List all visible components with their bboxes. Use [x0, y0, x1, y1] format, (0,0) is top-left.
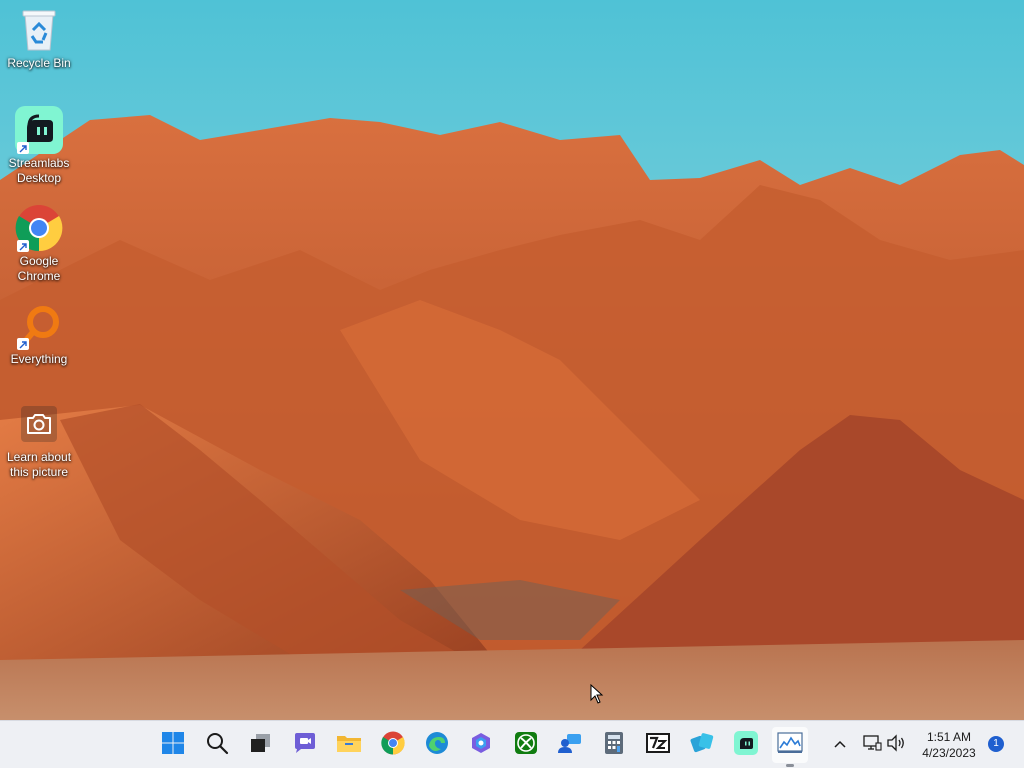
- 7zip-icon: [645, 731, 671, 760]
- shortcut-arrow-icon: [17, 338, 29, 350]
- desktop-icon-label: Learn about this picture: [6, 450, 72, 479]
- desktop-icon-label: Streamlabs Desktop: [8, 156, 70, 185]
- task-view-icon: [248, 731, 272, 760]
- clock-button[interactable]: 1:51 AM 4/23/2023: [916, 729, 982, 761]
- show-hidden-icons-button[interactable]: [830, 735, 850, 755]
- sync-app-button[interactable]: [684, 727, 720, 763]
- file-explorer-button[interactable]: [331, 727, 367, 763]
- desktop-icon-google-chrome[interactable]: Google Chrome: [4, 204, 74, 284]
- volume-button[interactable]: [886, 733, 906, 757]
- network-status-button[interactable]: [862, 734, 882, 757]
- settings-sync-icon: [690, 731, 714, 760]
- teams-chat-icon: [292, 731, 318, 760]
- shortcut-arrow-icon: [17, 240, 29, 252]
- start-button[interactable]: [155, 727, 191, 763]
- wallpaper-image: [0, 0, 1024, 720]
- recycle-bin-icon: [15, 6, 63, 54]
- desktop-icon-label: Google Chrome: [17, 254, 61, 283]
- clock-time: 1:51 AM: [926, 730, 972, 744]
- notification-badge[interactable]: 1: [988, 736, 1004, 752]
- desktop-icon-label: Everything: [10, 352, 68, 366]
- windows-start-icon: [161, 731, 185, 760]
- desktop-icon-label: Recycle Bin: [7, 56, 71, 70]
- file-explorer-icon: [336, 731, 362, 760]
- clock-date: 4/23/2023: [922, 746, 976, 760]
- edge-icon: [425, 731, 449, 760]
- desktop: Recycle Bin Streamlabs Desktop Google Ch…: [0, 0, 1024, 720]
- desktop-icon-everything[interactable]: Everything: [4, 302, 74, 367]
- resource-monitor-button[interactable]: [772, 727, 808, 763]
- copilot-button[interactable]: [463, 727, 499, 763]
- streamlabs-icon: [15, 106, 63, 154]
- task-view-button[interactable]: [242, 727, 278, 763]
- network-icon: [862, 734, 882, 757]
- search-button[interactable]: [199, 727, 235, 763]
- people-button[interactable]: [552, 727, 588, 763]
- edge-button[interactable]: [419, 727, 455, 763]
- mouse-cursor-icon: [590, 683, 604, 709]
- taskbar: 1:51 AM 4/23/2023: [0, 720, 1024, 768]
- xbox-button[interactable]: [508, 727, 544, 763]
- chrome-icon: [15, 204, 63, 252]
- copilot-icon: [469, 731, 493, 760]
- running-app-indicator: [786, 764, 794, 767]
- shortcut-arrow-icon: [17, 142, 29, 154]
- chat-button[interactable]: [287, 727, 323, 763]
- search-icon: [205, 731, 229, 760]
- speaker-icon: [886, 733, 906, 757]
- chrome-taskbar-button[interactable]: [375, 727, 411, 763]
- desktop-icon-recycle-bin[interactable]: Recycle Bin: [4, 6, 74, 71]
- 7zip-button[interactable]: [640, 727, 676, 763]
- chrome-icon: [381, 731, 405, 760]
- people-icon: [557, 731, 583, 760]
- camera-icon: [15, 400, 63, 448]
- streamlabs-icon: [734, 730, 758, 760]
- calculator-button[interactable]: [596, 727, 632, 763]
- everything-search-icon: [15, 302, 63, 350]
- desktop-icon-learn-about-picture[interactable]: Learn about this picture: [4, 400, 74, 480]
- calculator-icon: [603, 731, 625, 760]
- desktop-icon-streamlabs[interactable]: Streamlabs Desktop: [4, 106, 74, 186]
- streamlabs-taskbar-button[interactable]: [728, 727, 764, 763]
- xbox-icon: [514, 731, 538, 760]
- resource-monitor-icon: [777, 731, 803, 759]
- chevron-up-icon: [833, 736, 847, 754]
